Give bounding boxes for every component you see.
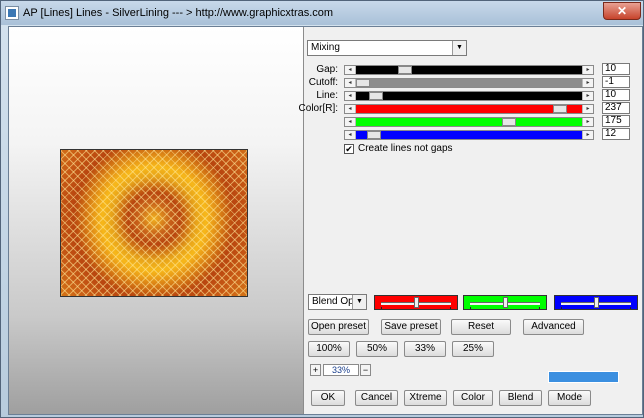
scroll-right-icon[interactable]: ▸ [582, 66, 593, 74]
scroll-right-icon[interactable]: ▸ [582, 105, 593, 113]
scroll-left-icon[interactable]: ◂ [345, 92, 356, 100]
save-preset-button[interactable]: Save preset [381, 319, 441, 335]
advanced-button[interactable]: Advanced [523, 319, 584, 335]
color-green-thumb[interactable] [502, 118, 516, 126]
create-lines-label: Create lines not gaps [358, 143, 453, 154]
color-blue-thumb[interactable] [367, 131, 381, 139]
scroll-right-icon[interactable]: ▸ [582, 79, 593, 87]
color-blue-slider[interactable]: ◂ ▸ [344, 130, 594, 140]
zoom-100-button[interactable]: 100% [308, 341, 350, 357]
zoom-out-button[interactable]: − [360, 364, 371, 376]
cutoff-label: Cutoff: [308, 77, 338, 88]
line-track[interactable] [356, 92, 582, 100]
app-icon [5, 6, 19, 20]
color-swatch-bar [548, 371, 619, 383]
zoom-33-button[interactable]: 33% [404, 341, 446, 357]
scroll-right-icon[interactable]: ▸ [582, 118, 593, 126]
cutoff-thumb[interactable] [356, 79, 370, 87]
color-blue-value-field[interactable]: 12 [602, 128, 630, 140]
scroll-right-icon[interactable]: ▸ [582, 92, 593, 100]
color-red-track[interactable] [356, 105, 582, 113]
gap-label: Gap: [316, 64, 338, 75]
cutoff-track[interactable] [356, 79, 582, 87]
preview-image[interactable] [60, 149, 248, 297]
mode-button[interactable]: Mode [548, 390, 591, 406]
color-green-track[interactable] [356, 118, 582, 126]
cutoff-slider[interactable]: ◂ ▸ [344, 78, 594, 88]
chevron-down-icon: ▼ [452, 41, 466, 55]
line-value-field[interactable]: 10 [602, 89, 630, 101]
plugin-window: AP [Lines] Lines - SilverLining --- > ht… [0, 0, 644, 418]
scroll-right-icon[interactable]: ▸ [582, 131, 593, 139]
line-thumb[interactable] [369, 92, 383, 100]
zoom-25-button[interactable]: 25% [452, 341, 494, 357]
color-green-value-field[interactable]: 175 [602, 115, 630, 127]
zoom-level-field[interactable]: 33% [323, 364, 359, 376]
close-button[interactable]: ✕ [603, 2, 641, 20]
color-red-slider[interactable]: ◂ ▸ [344, 104, 594, 114]
zoom-in-button[interactable]: + [310, 364, 321, 376]
mode-select-value: Mixing [311, 42, 340, 53]
cancel-button[interactable]: Cancel [355, 390, 398, 406]
mode-select[interactable]: Mixing ▼ [307, 40, 467, 56]
red-blend-knob[interactable] [414, 297, 419, 308]
blend-options-select[interactable]: Blend Optio ▼ [308, 294, 367, 310]
ok-button[interactable]: OK [311, 390, 345, 406]
blend-button[interactable]: Blend [499, 390, 542, 406]
line-slider[interactable]: ◂ ▸ [344, 91, 594, 101]
color-button[interactable]: Color [453, 390, 493, 406]
green-blend-knob[interactable] [503, 297, 508, 308]
dialog-body: Mixing ▼ Gap: ◂ ▸ 10 Cutoff: ◂ ▸ -1 Line: ◂ ▸ 10 Col… [8, 26, 643, 415]
gap-slider[interactable]: ◂ ▸ [344, 65, 594, 75]
create-lines-checkbox[interactable]: ✔ [344, 144, 354, 154]
scroll-left-icon[interactable]: ◂ [345, 131, 356, 139]
reset-button[interactable]: Reset [451, 319, 511, 335]
gap-value-field[interactable]: 10 [602, 63, 630, 75]
blue-blend-knob[interactable] [594, 297, 599, 308]
window-title: AP [Lines] Lines - SilverLining --- > ht… [23, 7, 334, 19]
green-blend-slider[interactable] [463, 295, 547, 310]
color-green-slider[interactable]: ◂ ▸ [344, 117, 594, 127]
open-preset-button[interactable]: Open preset [308, 319, 369, 335]
color-red-thumb[interactable] [553, 105, 567, 113]
preview-pane [9, 27, 304, 414]
gap-track[interactable] [356, 66, 582, 74]
blue-blend-slider[interactable] [554, 295, 638, 310]
gap-thumb[interactable] [398, 66, 412, 74]
color-red-value-field[interactable]: 237 [602, 102, 630, 114]
color-blue-track[interactable] [356, 131, 582, 139]
cutoff-value-field[interactable]: -1 [602, 76, 630, 88]
scroll-left-icon[interactable]: ◂ [345, 66, 356, 74]
chevron-down-icon: ▼ [352, 295, 366, 309]
zoom-50-button[interactable]: 50% [356, 341, 398, 357]
scroll-left-icon[interactable]: ◂ [345, 105, 356, 113]
xtreme-button[interactable]: Xtreme [404, 390, 447, 406]
color-red-label: Color[R]: [298, 103, 338, 114]
scroll-left-icon[interactable]: ◂ [345, 118, 356, 126]
scroll-left-icon[interactable]: ◂ [345, 79, 356, 87]
title-bar[interactable]: AP [Lines] Lines - SilverLining --- > ht… [1, 1, 643, 25]
red-blend-slider[interactable] [374, 295, 458, 310]
line-label: Line: [316, 90, 338, 101]
